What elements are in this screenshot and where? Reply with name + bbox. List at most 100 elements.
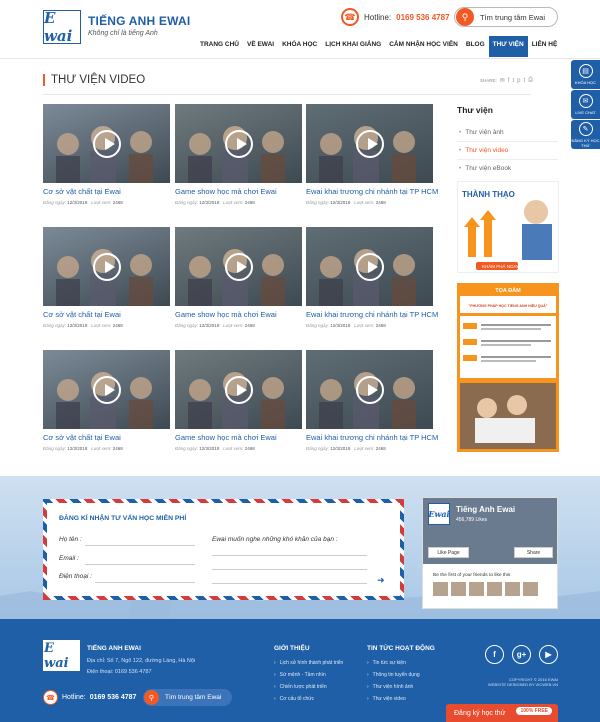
- avatar[interactable]: [469, 582, 484, 596]
- play-icon[interactable]: [355, 129, 384, 158]
- video-title[interactable]: Cơ sở vật chất tại Ewai: [43, 310, 170, 319]
- avatar[interactable]: [505, 582, 520, 596]
- video-title[interactable]: Game show học mà chơi Ewai: [175, 433, 302, 442]
- footer-link-mission[interactable]: Sứ mệnh - Tầm nhìn: [274, 672, 326, 678]
- message-input[interactable]: [212, 555, 367, 556]
- footer-link-news[interactable]: Tin tức sự kiện: [367, 660, 406, 666]
- video-thumbnail[interactable]: [43, 350, 170, 429]
- email-share-icon[interactable]: ✉: [500, 77, 505, 84]
- video-title[interactable]: Game show học mà chơi Ewai: [175, 310, 302, 319]
- avatar[interactable]: [487, 582, 502, 596]
- send-arrow-icon[interactable]: ➜: [377, 575, 385, 586]
- video-thumbnail[interactable]: [306, 350, 433, 429]
- nav-item[interactable]: TRANG CHỦ: [196, 38, 243, 52]
- phone-input[interactable]: [95, 582, 195, 583]
- sidebar-item-photos[interactable]: Thư viện ảnh: [459, 129, 503, 136]
- facebook-page-logo[interactable]: Ewai: [428, 503, 450, 525]
- sidebar-item-ebooks[interactable]: Thư viện eBook: [459, 165, 511, 172]
- play-icon[interactable]: [92, 375, 121, 404]
- video-meta: Đăng ngày: 12/3/2018 Lượt xem: 2468: [175, 446, 302, 451]
- avatar[interactable]: [451, 582, 466, 596]
- footer-find-center-label: Tìm trung tâm Ewai: [165, 694, 222, 701]
- video-title[interactable]: Ewai khai trương chi nhánh tại TP HCM: [306, 433, 438, 442]
- footer-link-video-library[interactable]: Thư viện video: [367, 696, 406, 702]
- nav-item[interactable]: CẢM NHẬN HỌC VIÊN: [385, 38, 462, 52]
- footer-link-strategy[interactable]: Chiến lược phát triển: [274, 684, 327, 690]
- ewai-logo[interactable]: E wai: [43, 9, 81, 45]
- nav-item[interactable]: BLOG: [462, 38, 489, 52]
- footer-logo[interactable]: E wai: [43, 640, 80, 671]
- play-icon[interactable]: [355, 252, 384, 281]
- video-card[interactable]: Ewai khai trương chi nhánh tại TP HCM Đăn…: [306, 350, 438, 451]
- facebook-share-button[interactable]: Share: [514, 547, 553, 558]
- twitter-share-icon[interactable]: t: [512, 78, 514, 84]
- video-card[interactable]: Cơ sở vật chất tại Ewai Đăng ngày: 12/3/2…: [43, 227, 170, 328]
- video-card[interactable]: Cơ sở vật chất tại Ewai Đăng ngày: 12/3/2…: [43, 104, 170, 205]
- video-thumbnail[interactable]: [175, 227, 302, 306]
- nav-item[interactable]: VỀ EWAI: [243, 38, 278, 52]
- video-thumbnail[interactable]: [43, 104, 170, 183]
- video-title[interactable]: Cơ sở vật chất tại Ewai: [43, 433, 170, 442]
- site-header: E wai TIẾNG ANH EWAI Không chỉ là tiếng …: [0, 0, 600, 58]
- youtube-icon[interactable]: ▶: [539, 645, 558, 664]
- play-icon[interactable]: [224, 252, 253, 281]
- promo-banner-proficiency[interactable]: THÀNH THẠO KHÁM PHÁ NGAY: [457, 181, 559, 273]
- video-card[interactable]: Game show học mà chơi Ewai Đăng ngày: 12/…: [175, 227, 302, 328]
- nav-item[interactable]: LỊCH KHAI GIẢNG: [321, 38, 385, 52]
- video-card[interactable]: Game show học mà chơi Ewai Đăng ngày: 12/…: [175, 350, 302, 451]
- video-title[interactable]: Game show học mà chơi Ewai: [175, 187, 302, 196]
- video-card[interactable]: Game show học mà chơi Ewai Đăng ngày: 12/…: [175, 104, 302, 205]
- footer-link-history[interactable]: Lịch sử hình thành phát triển: [274, 660, 344, 666]
- video-thumbnail[interactable]: [306, 227, 433, 306]
- nav-item[interactable]: KHÓA HỌC: [278, 38, 321, 52]
- float-trial-register-button[interactable]: ✎ ĐĂNG KÝ HỌC THỬ: [571, 120, 600, 149]
- find-center-button[interactable]: ⚲ Tìm trung tâm Ewai: [454, 7, 558, 27]
- footer-link-jobs[interactable]: Thông tin tuyển dụng: [367, 672, 420, 678]
- play-icon[interactable]: [92, 129, 121, 158]
- facebook-share-icon[interactable]: f: [508, 78, 510, 84]
- avatar[interactable]: [523, 582, 538, 596]
- video-thumbnail[interactable]: [306, 104, 433, 183]
- footer-find-center-button[interactable]: ⚲ Tìm trung tâm Ewai: [143, 689, 232, 706]
- pinterest-share-icon[interactable]: p: [517, 78, 520, 84]
- video-thumbnail[interactable]: [175, 104, 302, 183]
- footer-hotline[interactable]: ☎ Hotline: 0169 536 4787: [43, 690, 136, 705]
- video-title[interactable]: Ewai khai trương chi nhánh tại TP HCM: [306, 187, 438, 196]
- video-meta: Đăng ngày: 12/3/2018 Lượt xem: 2468: [306, 446, 433, 451]
- play-icon[interactable]: [224, 129, 253, 158]
- video-card[interactable]: Ewai khai trương chi nhánh tại TP HCM Đăn…: [306, 227, 438, 328]
- video-title[interactable]: Cơ sở vật chất tại Ewai: [43, 187, 170, 196]
- google-plus-icon[interactable]: g+: [512, 645, 531, 664]
- nav-item[interactable]: THƯ VIỆN: [488, 36, 528, 57]
- play-icon[interactable]: [92, 252, 121, 281]
- tumblr-share-icon[interactable]: t: [523, 78, 525, 84]
- header-hotline[interactable]: ☎ Hotline: 0169 536 4787: [341, 8, 450, 26]
- email-input[interactable]: [85, 564, 195, 565]
- video-thumbnail[interactable]: [175, 350, 302, 429]
- trial-register-button[interactable]: Đăng ký học thử 100% FREE: [446, 704, 558, 722]
- facebook-icon[interactable]: f: [485, 645, 504, 664]
- footer-link-photo-library[interactable]: Thư viện hình ảnh: [367, 684, 414, 690]
- views-label: Lượt xem:: [91, 446, 112, 451]
- facebook-like-button[interactable]: Like Page: [428, 547, 469, 558]
- float-courses-button[interactable]: ▤ KHÓA HỌC: [571, 60, 600, 89]
- play-icon[interactable]: [355, 375, 384, 404]
- sidebar-divider: [457, 159, 558, 160]
- title-divider: [43, 94, 530, 95]
- footer-link-structure[interactable]: Cơ cấu tổ chức: [274, 696, 314, 702]
- video-card[interactable]: Ewai khai trương chi nhánh tại TP HCM Đăn…: [306, 104, 438, 205]
- map-pin-icon: ⚲: [144, 690, 159, 705]
- avatar[interactable]: [433, 582, 448, 596]
- float-live-chat-button[interactable]: ✉ LIVE CHAT: [571, 90, 600, 119]
- views-label: Lượt xem:: [223, 446, 244, 451]
- nav-item[interactable]: LIÊN HỆ: [528, 38, 562, 52]
- promo-banner-seminar[interactable]: TỌA ĐÀM "PHƯƠNG PHÁP HỌC TIẾNG ANH HIỆU …: [457, 283, 559, 452]
- sidebar-item-videos[interactable]: Thư viện video: [459, 147, 508, 154]
- play-icon[interactable]: [224, 375, 253, 404]
- print-share-icon[interactable]: ⎙: [528, 77, 533, 84]
- video-title[interactable]: Ewai khai trương chi nhánh tại TP HCM: [306, 310, 438, 319]
- video-card[interactable]: Cơ sở vật chất tại Ewai Đăng ngày: 12/3/2…: [43, 350, 170, 451]
- video-thumbnail[interactable]: [43, 227, 170, 306]
- facebook-page-name[interactable]: Tiếng Anh Ewai: [456, 505, 515, 514]
- name-input[interactable]: [85, 545, 195, 546]
